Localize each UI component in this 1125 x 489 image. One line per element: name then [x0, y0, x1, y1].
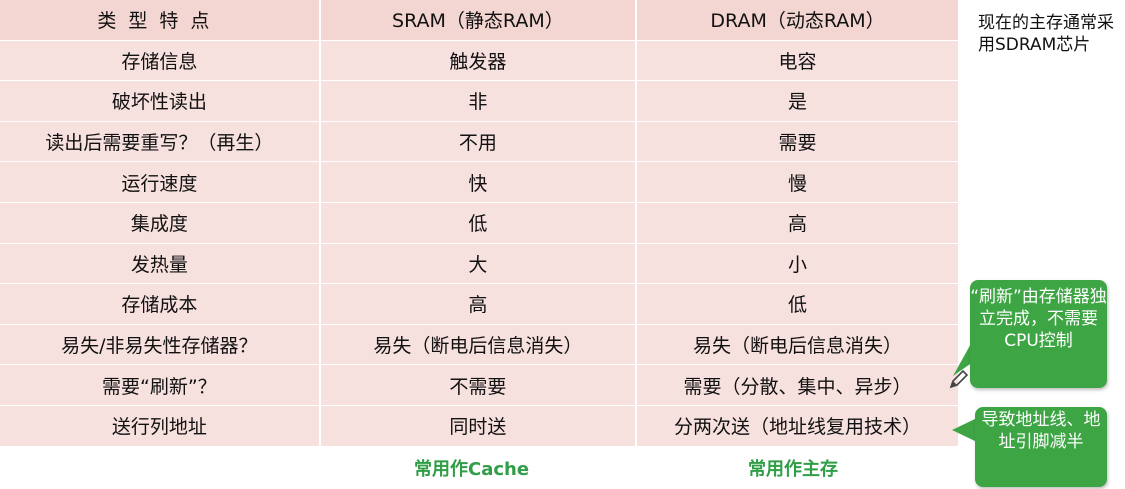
- feature-cell: 存储成本: [0, 283, 321, 325]
- feature-cell: 发热量: [0, 243, 321, 285]
- dram-cell: 是: [636, 80, 958, 122]
- sram-cell: 易失（断电后信息消失）: [319, 324, 638, 366]
- dram-cell: 高: [636, 202, 958, 244]
- sram-dram-comparison-table: 类型特点 SRAM（静态RAM） DRAM（动态RAM） 存储信息 触发器 电容…: [0, 0, 958, 447]
- table-row: 运行速度 快 慢: [0, 161, 958, 203]
- sram-cell: 低: [319, 202, 638, 244]
- table-row: 需要“刷新”？ 不需要 需要（分散、集中、异步）: [0, 364, 958, 406]
- side-note: 现在的主存通常采用SDRAM芯片: [978, 13, 1114, 55]
- dram-cell: 小: [636, 243, 958, 285]
- feature-cell: 送行列地址: [0, 405, 321, 447]
- sram-cell: 快: [319, 161, 638, 203]
- table-row: 易失/非易失性存储器？ 易失（断电后信息消失） 易失（断电后信息消失）: [0, 324, 958, 366]
- address-callout-tail: [952, 418, 977, 442]
- dram-cell: 需要: [636, 121, 958, 163]
- dram-cell: 需要（分散、集中、异步）: [636, 364, 958, 406]
- dram-cell: 慢: [636, 161, 958, 203]
- feature-cell: 读出后需要重写？（再生）: [0, 121, 321, 163]
- address-callout: 导致地址线、地址引脚减半: [975, 407, 1107, 487]
- feature-cell: 易失/非易失性存储器？: [0, 324, 321, 366]
- dram-cell: 分两次送（地址线复用技术）: [636, 405, 958, 447]
- feature-cell: 存储信息: [0, 40, 321, 82]
- sram-cell: 非: [319, 80, 638, 122]
- table-row: 发热量 大 小: [0, 243, 958, 285]
- table-row: 读出后需要重写？（再生） 不用 需要: [0, 121, 958, 163]
- sram-cell: 高: [319, 283, 638, 325]
- table-row: 送行列地址 同时送 分两次送（地址线复用技术）: [0, 405, 958, 447]
- table-row: 破坏性读出 非 是: [0, 80, 958, 122]
- sram-usage-note: 常用作Cache: [414, 459, 530, 480]
- dram-cell: 低: [636, 283, 958, 325]
- pencil-icon: [949, 369, 969, 389]
- feature-cell: 运行速度: [0, 161, 321, 203]
- table-header-row: 类型特点 SRAM（静态RAM） DRAM（动态RAM）: [0, 0, 958, 41]
- refresh-callout: “刷新”由存储器独立完成，不需要CPU控制: [970, 280, 1107, 388]
- table-row: 存储成本 高 低: [0, 283, 958, 325]
- header-sram: SRAM（静态RAM）: [319, 0, 638, 41]
- sram-cell: 大: [319, 243, 638, 285]
- table-row: 存储信息 触发器 电容: [0, 40, 958, 82]
- sram-cell: 不用: [319, 121, 638, 163]
- table-row: 集成度 低 高: [0, 202, 958, 244]
- header-dram: DRAM（动态RAM）: [636, 0, 958, 41]
- feature-cell: 破坏性读出: [0, 80, 321, 122]
- header-type: 类型特点: [0, 0, 321, 41]
- dram-cell: 电容: [636, 40, 958, 82]
- feature-cell: 需要“刷新”？: [0, 364, 321, 406]
- feature-cell: 集成度: [0, 202, 321, 244]
- dram-usage-note: 常用作主存: [748, 459, 838, 480]
- sram-cell: 不需要: [319, 364, 638, 406]
- sram-cell: 触发器: [319, 40, 638, 82]
- sram-cell: 同时送: [319, 405, 638, 447]
- dram-cell: 易失（断电后信息消失）: [636, 324, 958, 366]
